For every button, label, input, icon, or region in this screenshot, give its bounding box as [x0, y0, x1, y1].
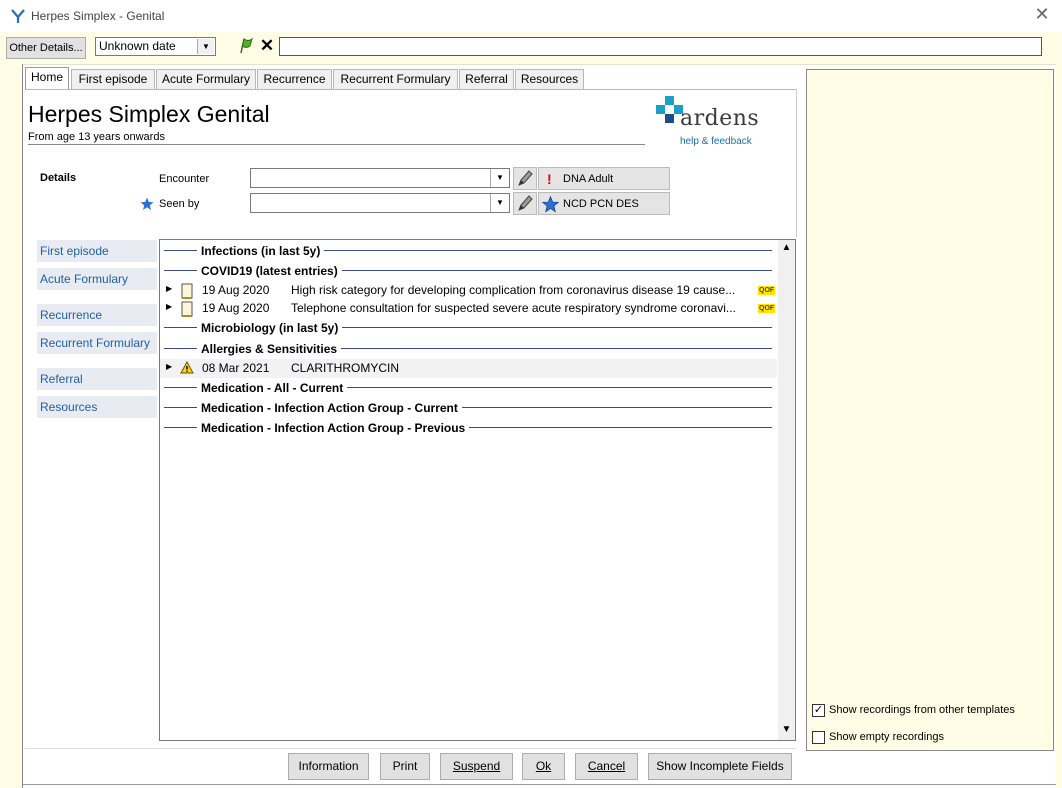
star-icon	[140, 197, 154, 210]
expand-icon[interactable]: ▶	[166, 284, 172, 293]
section-medication-iag-previous[interactable]: Medication - Infection Action Group - Pr…	[197, 421, 470, 435]
dna-adult-button[interactable]: ! DNA Adult	[538, 167, 670, 190]
nav-acute-formulary[interactable]: Acute Formulary	[37, 268, 157, 290]
dna-adult-label: DNA Adult	[563, 173, 614, 185]
section-microbiology[interactable]: Microbiology (in last 5y)	[197, 321, 343, 335]
tab-underline	[25, 89, 796, 90]
show-empty-recordings-checkbox[interactable]	[812, 731, 825, 744]
right-panel	[806, 69, 1054, 751]
row-date: 19 Aug 2020	[202, 301, 270, 315]
show-empty-recordings-label: Show empty recordings	[829, 731, 944, 743]
page-subtitle: From age 13 years onwards	[28, 131, 165, 143]
scroll-up-icon[interactable]: ▲	[778, 242, 795, 256]
nav-first-episode[interactable]: First episode	[37, 240, 157, 262]
divider	[28, 144, 645, 145]
section-covid19[interactable]: COVID19 (latest entries)	[197, 264, 342, 278]
window-bottom-border	[23, 784, 1056, 785]
allergy-warning-icon	[180, 361, 194, 374]
free-text-input[interactable]	[279, 37, 1042, 56]
chevron-down-icon[interactable]: ▼	[197, 39, 214, 54]
print-button[interactable]: Print	[380, 753, 430, 780]
edit-encounter-button[interactable]	[513, 167, 537, 190]
date-select-value: Unknown date	[99, 39, 176, 53]
expand-icon[interactable]: ▶	[166, 302, 172, 311]
content-border	[796, 89, 797, 237]
scroll-down-icon[interactable]: ▼	[778, 724, 795, 738]
chevron-down-icon[interactable]: ▼	[490, 194, 509, 212]
ardens-logo[interactable]: ardens	[655, 96, 765, 131]
tab-recurrent-formulary[interactable]: Recurrent Formulary	[333, 69, 458, 89]
encounter-select[interactable]: ▼	[250, 168, 510, 188]
tab-resources[interactable]: Resources	[515, 69, 584, 89]
document-icon	[181, 283, 193, 299]
show-other-templates-checkbox[interactable]: ✓	[812, 704, 825, 717]
qof-badge: QOF	[758, 304, 776, 313]
recordings-tree[interactable]: Infections (in last 5y) COVID19 (latest …	[159, 239, 796, 741]
section-allergies[interactable]: Allergies & Sensitivities	[197, 342, 342, 356]
row-text: Telephone consultation for suspected sev…	[291, 301, 736, 315]
tree-row[interactable]: ▶ 08 Mar 2021 CLARITHROMYCIN	[160, 359, 777, 378]
show-incomplete-fields-button[interactable]: Show Incomplete Fields	[648, 753, 792, 780]
cancel-button[interactable]: Cancel	[575, 753, 638, 780]
seen-by-select[interactable]: ▼	[250, 193, 510, 213]
tab-recurrence[interactable]: Recurrence	[257, 69, 332, 89]
ardens-logo-text: ardens	[680, 106, 760, 131]
information-button[interactable]: Information	[288, 753, 369, 780]
row-text: CLARITHROMYCIN	[291, 361, 400, 375]
tree-row[interactable]: ▶ 19 Aug 2020 High risk category for dev…	[160, 282, 777, 300]
exclamation-icon: !	[547, 171, 552, 187]
right-margin	[1056, 64, 1062, 788]
other-details-button[interactable]: Other Details...	[6, 37, 86, 59]
vertical-scrollbar[interactable]: ▲ ▼	[778, 240, 795, 740]
details-label: Details	[40, 172, 77, 184]
date-select[interactable]: Unknown date ▼	[95, 37, 216, 56]
divider	[25, 748, 796, 749]
chevron-down-icon[interactable]: ▼	[490, 169, 509, 187]
suspend-button[interactable]: Suspend	[440, 753, 513, 780]
pencil-icon	[518, 195, 533, 211]
tree-row[interactable]: ▶ 19 Aug 2020 Telephone consultation for…	[160, 300, 777, 318]
window-title: Herpes Simplex - Genital	[31, 9, 165, 23]
help-feedback-link[interactable]: help & feedback	[680, 136, 752, 147]
section-medication-iag-current[interactable]: Medication - Infection Action Group - Cu…	[197, 401, 462, 415]
star-icon	[542, 196, 559, 213]
expand-icon[interactable]: ▶	[166, 362, 172, 371]
row-date: 08 Mar 2021	[202, 361, 270, 375]
section-medication-all[interactable]: Medication - All - Current	[197, 381, 348, 395]
tab-home[interactable]: Home	[25, 67, 69, 90]
row-text: High risk category for developing compli…	[291, 283, 736, 297]
page-title: Herpes Simplex Genital	[28, 101, 270, 127]
close-icon[interactable]: ✕	[1033, 5, 1051, 23]
ok-button[interactable]: Ok	[522, 753, 565, 780]
row-date: 19 Aug 2020	[202, 283, 270, 297]
tab-first-episode[interactable]: First episode	[71, 69, 155, 89]
section-infections[interactable]: Infections (in last 5y)	[197, 244, 325, 258]
clear-icon[interactable]: ✕	[258, 37, 276, 55]
edit-seen-by-button[interactable]	[513, 192, 537, 215]
ncd-pcn-des-label: NCD PCN DES	[563, 198, 639, 210]
show-other-templates-label: Show recordings from other templates	[829, 704, 1015, 716]
left-margin	[0, 64, 22, 788]
qof-badge: QOF	[758, 286, 776, 295]
nav-referral[interactable]: Referral	[37, 368, 157, 390]
nav-recurrent-formulary[interactable]: Recurrent Formulary	[37, 332, 157, 354]
tab-referral[interactable]: Referral	[459, 69, 514, 89]
encounter-label: Encounter	[159, 173, 210, 185]
tab-acute-formulary[interactable]: Acute Formulary	[156, 69, 256, 89]
app-icon	[11, 9, 25, 23]
pencil-icon	[518, 170, 533, 186]
flag-icon[interactable]	[237, 37, 255, 55]
seen-by-label: Seen by	[159, 198, 200, 210]
document-icon	[181, 301, 193, 317]
nav-recurrence[interactable]: Recurrence	[37, 304, 157, 326]
nav-resources[interactable]: Resources	[37, 396, 157, 418]
ncd-pcn-des-button[interactable]: NCD PCN DES	[538, 192, 670, 215]
